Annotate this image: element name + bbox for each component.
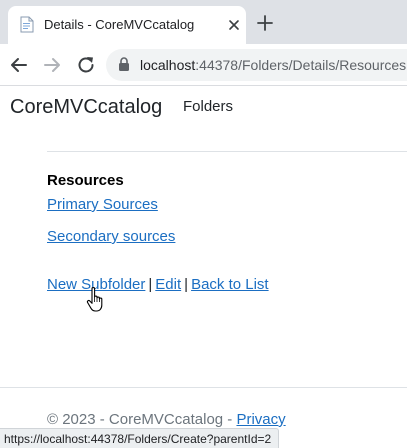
action-links: New Subfolder | Edit | Back to List (47, 276, 269, 293)
secondary-sources-link[interactable]: Secondary sources (47, 228, 175, 245)
lock-icon[interactable] (118, 57, 130, 72)
plus-icon[interactable] (256, 14, 274, 32)
url-host: localhost (140, 57, 196, 73)
close-icon[interactable] (226, 17, 242, 33)
reload-icon[interactable] (74, 53, 98, 77)
footer-divider (0, 387, 407, 388)
browser-toolbar: localhost:44378/Folders/Details/Resource… (0, 44, 407, 86)
privacy-link[interactable]: Privacy (236, 411, 285, 428)
divider (47, 151, 407, 152)
browser-tab[interactable]: Details - CoreMVCcatalog (8, 6, 246, 44)
footer: © 2023 - CoreMVCcatalog - Privacy (47, 411, 286, 428)
address-bar[interactable]: localhost:44378/Folders/Details/Resource… (106, 49, 407, 81)
separator: | (184, 276, 189, 293)
browser-tab-strip: Details - CoreMVCcatalog (0, 0, 407, 44)
hand-cursor-icon (86, 286, 103, 312)
status-bar-url: https://localhost:44378/Folders/Create?p… (0, 428, 280, 448)
back-to-list-link[interactable]: Back to List (191, 276, 269, 293)
edit-link[interactable]: Edit (155, 276, 181, 293)
address-url: localhost:44378/Folders/Details/Resource… (140, 57, 406, 73)
nav-link-folders[interactable]: Folders (183, 98, 233, 115)
back-arrow-icon[interactable] (7, 53, 31, 77)
url-path: :44378/Folders/Details/Resources (195, 57, 407, 73)
tab-title: Details - CoreMVCcatalog (44, 17, 195, 32)
brand-link[interactable]: CoreMVCcatalog (10, 96, 162, 119)
footer-copyright: © 2023 - CoreMVCcatalog - (47, 411, 237, 428)
primary-sources-link[interactable]: Primary Sources (47, 196, 158, 213)
section-title: Resources (47, 172, 124, 189)
forward-arrow-icon[interactable] (40, 53, 64, 77)
separator: | (148, 276, 153, 293)
page-favicon-icon (20, 16, 34, 33)
